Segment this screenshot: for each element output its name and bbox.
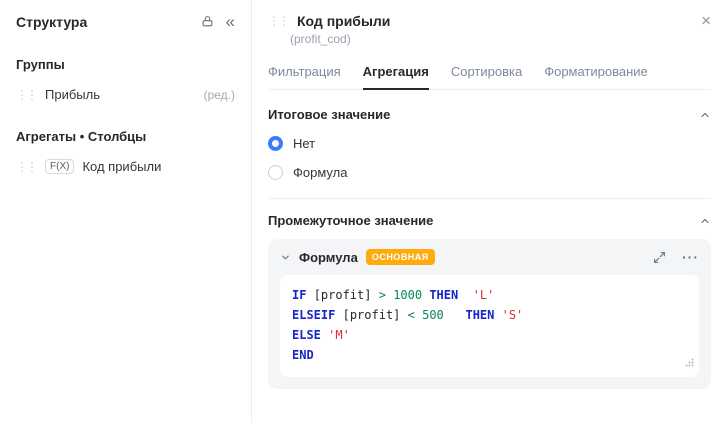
formula-card: Формула ОСНОВНАЯ ··· IF [profit] > 1000 … bbox=[268, 239, 711, 389]
formula-card-actions: ··· bbox=[653, 250, 699, 264]
sidebar-header: Структура « bbox=[16, 13, 235, 30]
field-settings-panel: ⋮⋮ Код прибыли × (profit_cod) Фильтрация… bbox=[252, 0, 727, 423]
radio-label: Нет bbox=[293, 136, 315, 151]
tab-aggregation[interactable]: Агрегация bbox=[363, 59, 429, 90]
panel-title: Код прибыли bbox=[297, 13, 390, 29]
total-value-title: Итоговое значение bbox=[268, 107, 390, 122]
collapse-sidebar-icon[interactable]: « bbox=[226, 13, 235, 30]
sidebar-tools: « bbox=[201, 13, 235, 30]
chevron-up-icon[interactable] bbox=[699, 109, 711, 121]
aggregates-section-title: Агрегаты • Столбцы bbox=[16, 129, 235, 144]
field-id-subtitle: (profit_cod) bbox=[290, 32, 711, 46]
group-item-label: Прибыль bbox=[45, 87, 100, 102]
chevron-down-icon[interactable] bbox=[280, 252, 291, 263]
intermediate-value-section-header: Промежуточное значение bbox=[268, 213, 711, 228]
radio-option-none[interactable]: Нет bbox=[268, 136, 711, 151]
aggregate-item-label: Код прибыли bbox=[82, 159, 161, 174]
panel-header: ⋮⋮ Код прибыли × bbox=[268, 12, 711, 29]
chevron-up-icon[interactable] bbox=[699, 215, 711, 227]
tab-sorting[interactable]: Сортировка bbox=[451, 59, 522, 89]
close-icon[interactable]: × bbox=[701, 12, 711, 29]
formula-code-editor[interactable]: IF [profit] > 1000 THEN 'L'ELSEIF [profi… bbox=[280, 275, 699, 377]
formula-card-title: Формула bbox=[299, 250, 358, 265]
radio-icon[interactable] bbox=[268, 136, 283, 151]
edit-link[interactable]: (ред.) bbox=[204, 88, 235, 102]
primary-badge: ОСНОВНАЯ bbox=[366, 249, 435, 265]
tab-formatting[interactable]: Форматирование bbox=[544, 59, 648, 89]
tab-filtering[interactable]: Фильтрация bbox=[268, 59, 341, 89]
formula-card-header: Формула ОСНОВНАЯ ··· bbox=[280, 249, 699, 265]
list-item-aggregate-profit-code[interactable]: ⋮⋮ F(X) Код прибыли bbox=[16, 159, 235, 174]
settings-tabs: Фильтрация Агрегация Сортировка Форматир… bbox=[268, 59, 711, 90]
groups-section-title: Группы bbox=[16, 57, 235, 72]
radio-icon[interactable] bbox=[268, 165, 283, 180]
drag-handle-icon[interactable]: ⋮⋮ bbox=[16, 88, 36, 102]
radio-label: Формула bbox=[293, 165, 347, 180]
drag-handle-icon[interactable]: ⋮⋮ bbox=[16, 160, 36, 174]
lock-icon[interactable] bbox=[201, 15, 214, 28]
drag-handle-icon[interactable]: ⋮⋮ bbox=[268, 14, 288, 28]
formula-code: IF [profit] > 1000 THEN 'L'ELSEIF [profi… bbox=[292, 285, 687, 365]
section-divider bbox=[268, 198, 711, 199]
radio-option-formula[interactable]: Формула bbox=[268, 165, 711, 180]
intermediate-value-title: Промежуточное значение bbox=[268, 213, 433, 228]
function-chip: F(X) bbox=[45, 159, 74, 174]
expand-icon[interactable] bbox=[653, 251, 666, 264]
more-options-icon[interactable]: ··· bbox=[682, 250, 699, 264]
app-root: Структура « Группы ⋮⋮ Прибыль (ред.) Агр… bbox=[0, 0, 727, 423]
list-item-group-profit[interactable]: ⋮⋮ Прибыль (ред.) bbox=[16, 87, 235, 102]
total-value-section-header: Итоговое значение bbox=[268, 107, 711, 122]
sidebar-title: Структура bbox=[16, 14, 87, 30]
resize-handle-icon[interactable] bbox=[685, 353, 694, 373]
structure-sidebar: Структура « Группы ⋮⋮ Прибыль (ред.) Агр… bbox=[0, 0, 252, 423]
